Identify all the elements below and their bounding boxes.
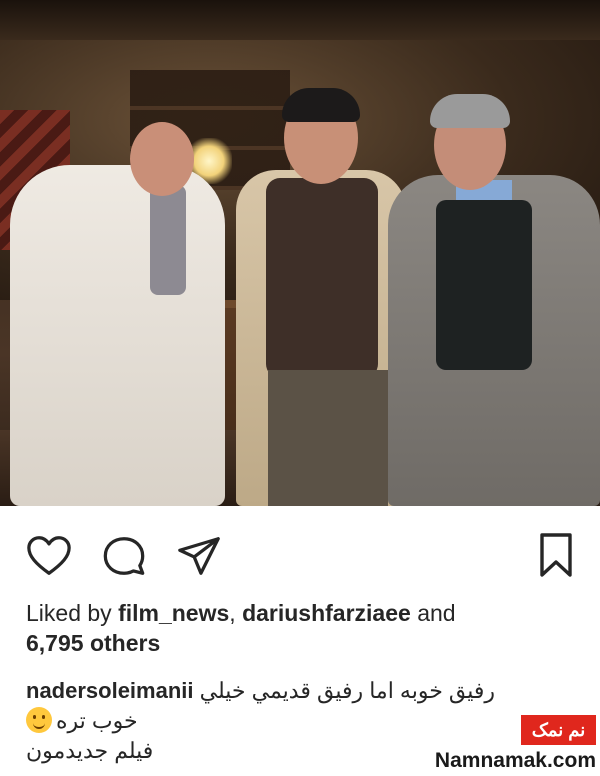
caption-line-1: nadersoleimanii رفيق خوبه اما رفيق قديمي… (26, 676, 495, 706)
caption-text-1: رفيق خوبه اما رفيق قديمي خيلي (199, 678, 496, 703)
liker-link-dariushfarziaee[interactable]: dariushfarziaee (242, 600, 411, 626)
person-middle-hair (282, 88, 360, 122)
caption-username-link[interactable]: nadersoleimanii (26, 678, 194, 703)
heart-icon[interactable] (26, 534, 72, 578)
watermark-badge: نم نمک (521, 715, 596, 745)
person-middle-trousers (268, 370, 388, 506)
hugging-face-emoji-icon (26, 707, 52, 733)
liker-link-film-news[interactable]: film_news (118, 600, 229, 626)
caption-text-2: خوب تره (56, 708, 138, 733)
person-right-vest (436, 200, 532, 370)
likes-separator: , (229, 600, 243, 626)
post-photo[interactable] (0, 0, 600, 506)
person-right-hair (430, 94, 510, 128)
watermark-site: Namnamak.com (434, 749, 596, 772)
post-action-bar (0, 506, 600, 596)
photo-ceiling (0, 0, 600, 40)
likes-summary: Liked by film_news, dariushfarziaee and … (26, 598, 566, 658)
likes-and: and (410, 600, 456, 626)
share-icon[interactable] (176, 534, 222, 578)
caption-text-3: فيلم جديدمون (26, 738, 154, 763)
caption-line-2: خوب تره (26, 706, 138, 736)
person-left-suit (10, 165, 225, 506)
person-left-head (130, 122, 194, 196)
likes-prefix: Liked by (26, 600, 119, 626)
comment-icon[interactable] (101, 534, 147, 578)
bookmark-icon[interactable] (536, 532, 576, 578)
likes-others-link[interactable]: 6,795 others (26, 630, 160, 656)
person-middle-vest (266, 178, 378, 378)
person-left-scarf (150, 185, 186, 295)
